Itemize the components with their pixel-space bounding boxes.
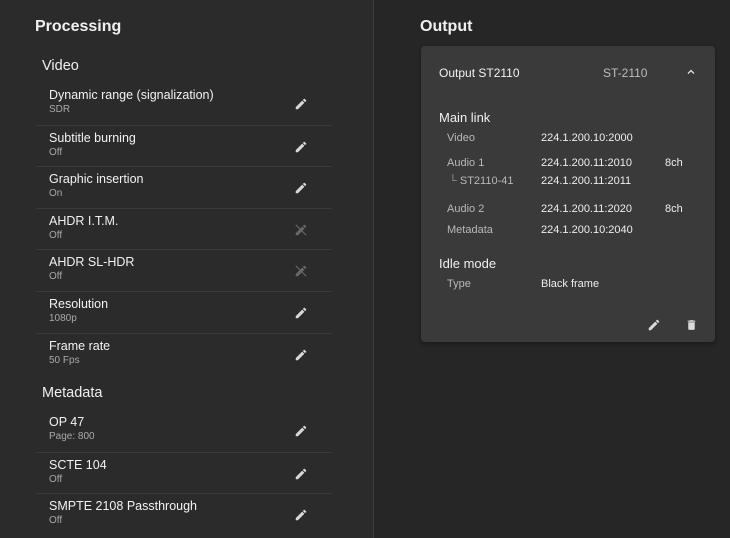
setting-value: 50 Fps bbox=[49, 355, 80, 366]
setting-row-dynamic-range: Dynamic range (signalization) SDR bbox=[36, 83, 332, 125]
video-section-heading: Video bbox=[42, 58, 79, 74]
audio2-label: Audio 2 bbox=[447, 203, 485, 215]
main-link-heading: Main link bbox=[439, 110, 491, 125]
edit-output-icon[interactable] bbox=[645, 316, 663, 334]
edit-icon[interactable] bbox=[292, 95, 310, 113]
metadata-label: Metadata bbox=[447, 224, 493, 236]
idle-type-label: Type bbox=[447, 278, 471, 290]
output-card: Output ST2110 ST-2110 Main link Video 22… bbox=[421, 46, 715, 342]
trash-icon[interactable] bbox=[682, 316, 700, 334]
processing-title: Processing bbox=[35, 18, 122, 35]
st2110-41-row-label: └ ST2110-41 bbox=[449, 175, 513, 187]
setting-name: AHDR I.T.M. bbox=[49, 214, 119, 228]
setting-name: Frame rate bbox=[49, 339, 111, 353]
edit-icon[interactable] bbox=[292, 138, 310, 156]
audio2-value: 224.1.200.11:2020 bbox=[541, 203, 632, 215]
setting-name: SCTE 104 bbox=[49, 458, 107, 472]
st2110-41-label: ST2110-41 bbox=[459, 175, 514, 187]
output-name: Output ST2110 bbox=[439, 66, 520, 80]
video-value: 224.1.200.10:2000 bbox=[541, 132, 633, 144]
setting-value: Off bbox=[49, 147, 63, 158]
setting-value: Page: 800 bbox=[49, 431, 95, 442]
audio1-value: 224.1.200.11:2010 bbox=[541, 157, 632, 169]
setting-value: Off bbox=[49, 515, 63, 526]
edit-icon[interactable] bbox=[292, 465, 310, 483]
setting-row-smpte2108: SMPTE 2108 Passthrough Off bbox=[36, 493, 332, 535]
st2110-41-value: 224.1.200.11:2011 bbox=[541, 175, 632, 187]
setting-name: OP 47 bbox=[49, 415, 85, 429]
audio2-channels: 8ch bbox=[665, 203, 683, 215]
setting-row-graphic-insertion: Graphic insertion On bbox=[36, 166, 332, 208]
edit-icon[interactable] bbox=[292, 304, 310, 322]
setting-row-frame-rate: Frame rate 50 Fps bbox=[36, 333, 332, 375]
setting-value: Off bbox=[49, 271, 63, 282]
setting-value: 1080p bbox=[49, 313, 77, 324]
setting-name: Dynamic range (signalization) bbox=[49, 88, 214, 102]
audio1-label: Audio 1 bbox=[447, 157, 485, 169]
edit-icon[interactable] bbox=[292, 179, 310, 197]
processing-panel: Processing Video Dynamic range (signaliz… bbox=[0, 0, 373, 538]
metadata-value: 224.1.200.10:2040 bbox=[541, 224, 633, 236]
edit-disabled-icon bbox=[292, 221, 310, 239]
video-label: Video bbox=[447, 132, 475, 144]
setting-name: Resolution bbox=[49, 297, 109, 311]
edit-icon[interactable] bbox=[292, 506, 310, 524]
setting-row-ahdr-sl-hdr: AHDR SL-HDR Off bbox=[36, 249, 332, 291]
setting-row-ahdr-itm: AHDR I.T.M. Off bbox=[36, 208, 332, 250]
output-panel: Output Output ST2110 ST-2110 Main link V… bbox=[374, 0, 730, 538]
metadata-section-heading: Metadata bbox=[42, 385, 103, 401]
output-type: ST-2110 bbox=[603, 66, 648, 80]
idle-mode-heading: Idle mode bbox=[439, 256, 497, 271]
setting-row-resolution: Resolution 1080p bbox=[36, 291, 332, 333]
setting-value: Off bbox=[49, 474, 63, 485]
setting-value: SDR bbox=[49, 104, 71, 115]
chevron-up-icon[interactable] bbox=[683, 64, 699, 80]
edit-disabled-icon bbox=[292, 262, 310, 280]
setting-name: SMPTE 2108 Passthrough bbox=[49, 499, 197, 513]
sub-item-marker: └ bbox=[449, 175, 457, 187]
edit-icon[interactable] bbox=[292, 422, 310, 440]
setting-row-subtitle-burning: Subtitle burning Off bbox=[36, 125, 332, 167]
setting-name: Subtitle burning bbox=[49, 131, 136, 145]
setting-row-op47: OP 47 Page: 800 bbox=[36, 410, 332, 452]
idle-type-value: Black frame bbox=[541, 278, 600, 290]
audio1-channels: 8ch bbox=[665, 157, 683, 169]
output-title: Output bbox=[420, 18, 473, 35]
setting-name: AHDR SL-HDR bbox=[49, 255, 135, 269]
setting-value: On bbox=[49, 188, 63, 199]
setting-name: Graphic insertion bbox=[49, 172, 144, 186]
setting-row-scte104: SCTE 104 Off bbox=[36, 452, 332, 494]
edit-icon[interactable] bbox=[292, 346, 310, 364]
setting-value: Off bbox=[49, 230, 63, 241]
